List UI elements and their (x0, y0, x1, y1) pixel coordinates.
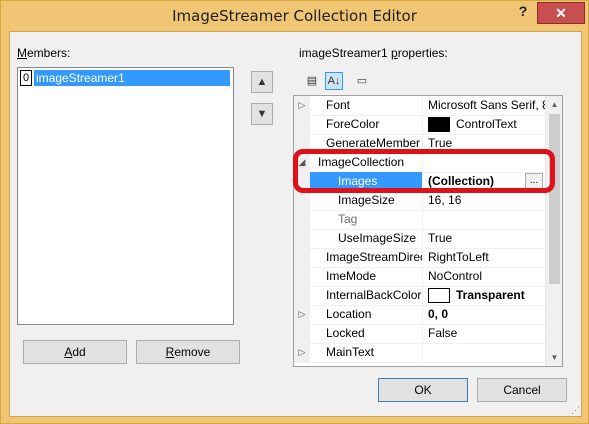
member-index: 0 (20, 70, 32, 86)
row-gutter (294, 248, 310, 267)
arrow-up-icon: ▲ (256, 76, 268, 88)
property-value[interactable]: 0, 0 (424, 305, 545, 324)
property-row-font[interactable]: ▷ Font Microsoft Sans Serif, 8.2 (294, 96, 545, 116)
member-name[interactable]: imageStreamer1 (34, 70, 230, 86)
property-row-internalbackcolor[interactable]: InternalBackColor Transparent (294, 286, 545, 306)
property-value[interactable]: Transparent (424, 286, 545, 305)
row-gutter (294, 191, 310, 210)
expand-arrow-icon[interactable]: ▷ (294, 305, 310, 324)
scroll-up-icon[interactable]: ▲ (546, 96, 562, 113)
close-button[interactable]: ✕ (537, 2, 585, 24)
categorized-icon[interactable]: ▤ (303, 72, 321, 90)
property-row-locked[interactable]: Locked False (294, 324, 545, 344)
title-bar[interactable]: ImageStreamer Collection Editor ? ✕ (1, 1, 588, 31)
property-row-imagestreamdirection[interactable]: ImageStreamDirect RightToLeft (294, 248, 545, 268)
property-value[interactable]: Microsoft Sans Serif, 8.2 (424, 96, 545, 115)
list-item[interactable]: 0 imageStreamer1 (20, 70, 230, 86)
property-row-tag[interactable]: Tag (294, 210, 545, 230)
members-list[interactable]: 0 imageStreamer1 (17, 67, 234, 325)
property-name[interactable]: ImeMode (310, 267, 423, 286)
color-swatch (428, 288, 450, 304)
annotation-highlight-box (293, 149, 555, 193)
property-pages-icon[interactable]: ▭ (353, 72, 371, 90)
property-value[interactable]: 16, 16 (424, 191, 545, 210)
property-row-useimagesize[interactable]: UseImageSize True (294, 229, 545, 249)
property-value[interactable] (424, 210, 545, 229)
row-gutter (294, 210, 310, 229)
property-value[interactable]: RightToLeft (424, 248, 545, 267)
property-name[interactable]: UseImageSize (310, 229, 423, 248)
vertical-scrollbar[interactable]: ▲ ▼ (545, 96, 562, 366)
property-row-imagesize[interactable]: ImageSize 16, 16 (294, 191, 545, 211)
window-title: ImageStreamer Collection Editor (172, 7, 417, 25)
help-button[interactable]: ? (513, 3, 533, 21)
property-name[interactable]: Location (310, 305, 423, 324)
property-name[interactable]: InternalBackColor (310, 286, 423, 305)
arrow-down-icon: ▼ (256, 108, 268, 120)
row-gutter (294, 229, 310, 248)
property-row-imemode[interactable]: ImeMode NoControl (294, 267, 545, 287)
row-gutter (294, 267, 310, 286)
row-gutter (294, 324, 310, 343)
dialog-window: ImageStreamer Collection Editor ? ✕ Memb… (0, 0, 589, 424)
row-gutter (294, 115, 310, 134)
add-button[interactable]: Add (23, 340, 127, 364)
property-name[interactable]: ForeColor (310, 115, 423, 134)
property-value[interactable]: True (424, 229, 545, 248)
alphabetical-icon[interactable]: A↓ (325, 72, 343, 90)
resize-grip-icon[interactable]: ⋰ (571, 405, 581, 415)
property-name[interactable]: Font (310, 96, 423, 115)
color-swatch (428, 117, 450, 133)
move-down-button[interactable]: ▼ (251, 103, 273, 125)
property-value[interactable]: False (424, 324, 545, 343)
property-name[interactable]: ImageSize (310, 191, 423, 210)
remove-button[interactable]: Remove (136, 340, 240, 364)
property-name[interactable]: ImageStreamDirect (310, 248, 423, 267)
scroll-down-icon[interactable]: ▼ (546, 349, 562, 366)
property-name[interactable]: MainText (310, 343, 423, 362)
property-row-forecolor[interactable]: ForeColor ControlText (294, 115, 545, 135)
property-name[interactable]: Tag (310, 210, 423, 229)
scrollbar-thumb[interactable] (549, 114, 560, 284)
properties-label: imageStreamer1 properties: (299, 46, 448, 60)
property-row-maintext[interactable]: ▷ MainText (294, 343, 545, 363)
property-value[interactable]: NoControl (424, 267, 545, 286)
property-grid[interactable]: ▷ Font Microsoft Sans Serif, 8.2 ForeCol… (293, 95, 563, 367)
property-value[interactable] (424, 343, 545, 362)
ok-button[interactable]: OK (378, 378, 468, 402)
cancel-button[interactable]: Cancel (477, 378, 567, 402)
row-gutter (294, 286, 310, 305)
expand-arrow-icon[interactable]: ▷ (294, 343, 310, 362)
expand-arrow-icon[interactable]: ▷ (294, 96, 310, 115)
property-value[interactable]: ControlText (424, 115, 545, 134)
members-label: Members: (17, 46, 71, 60)
property-row-location[interactable]: ▷ Location 0, 0 (294, 305, 545, 325)
property-name[interactable]: Locked (310, 324, 423, 343)
move-up-button[interactable]: ▲ (251, 71, 273, 93)
